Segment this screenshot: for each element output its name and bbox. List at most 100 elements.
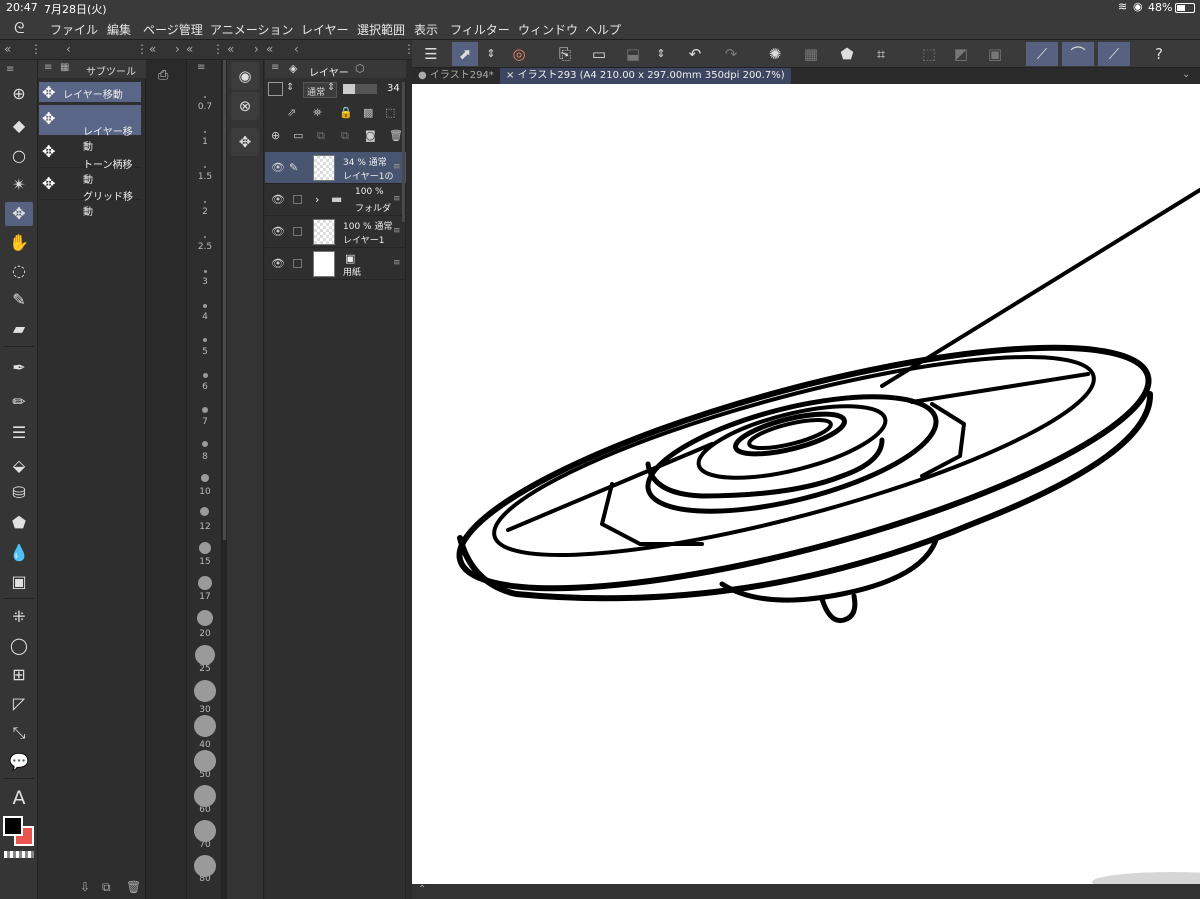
eye-icon[interactable]: 👁	[271, 161, 285, 174]
drag-handle-icon[interactable]: ≡	[393, 226, 401, 236]
size-label[interactable]: 4	[187, 312, 223, 322]
grid-view-icon[interactable]: ▦	[60, 62, 69, 73]
lines-icon[interactable]: ☰	[5, 421, 33, 445]
doc-tab[interactable]: ● イラスト294*	[412, 68, 500, 84]
eraser-icon[interactable]: ◆	[5, 114, 33, 138]
stepper-icon[interactable]: ⇕	[286, 82, 294, 93]
chevron-left-icon[interactable]: ‹	[66, 42, 71, 56]
size-label[interactable]: 1	[187, 137, 223, 147]
collapse-left-icon[interactable]: «	[4, 42, 11, 56]
layer-checkbox[interactable]	[293, 195, 302, 204]
collapse-left-icon[interactable]: «	[266, 42, 273, 56]
menu-window[interactable]: ウィンドウ	[518, 21, 578, 38]
ruler-icon[interactable]: ◸	[5, 692, 33, 716]
redo-icon[interactable]: ↷	[718, 42, 744, 66]
figure-icon[interactable]: ⁜	[5, 605, 33, 629]
layer-property-icon[interactable]: ◉	[231, 62, 259, 90]
stepper-icon[interactable]: ⇕	[327, 82, 335, 93]
drag-handle-icon[interactable]: ≡	[393, 194, 401, 204]
eye-icon[interactable]: 👁	[271, 257, 285, 270]
size-label[interactable]: 30	[187, 705, 223, 715]
size-label[interactable]: 12	[187, 522, 223, 532]
new-folder-icon[interactable]: ▭	[293, 129, 303, 142]
open-folder-icon[interactable]: ▭	[586, 42, 612, 66]
eraser-tool-icon[interactable]: ⬙	[5, 454, 33, 478]
clear-icon[interactable]: ▦	[798, 42, 824, 66]
size-label[interactable]: 2	[187, 207, 223, 217]
lock-icon[interactable]: 🔒	[339, 106, 353, 119]
app-logo-icon[interactable]: ᘓ	[14, 19, 25, 37]
lasso-icon[interactable]: ◌	[5, 259, 33, 283]
size-label[interactable]: 15	[187, 557, 223, 567]
doc-tab[interactable]: × イラスト293 (A4 210.00 x 297.00mm 350dpi 2…	[500, 68, 791, 84]
size-label[interactable]: 0.7	[187, 102, 223, 112]
subtool-item-grid-move[interactable]: ✥ グリッド移動	[39, 170, 141, 218]
camera-icon[interactable]: ⎙	[158, 68, 168, 83]
invert-select-icon[interactable]: ◩	[948, 42, 974, 66]
chevron-left-icon[interactable]: ‹	[294, 42, 299, 56]
menu-icon[interactable]: ≡	[271, 62, 279, 73]
menu-icon[interactable]: ≡	[197, 62, 205, 73]
size-label[interactable]: 10	[187, 487, 223, 497]
text-icon[interactable]: A	[5, 786, 33, 810]
zoom-select-icon[interactable]: ⊕	[5, 82, 33, 106]
layer-tab[interactable]: レイヤー	[309, 64, 349, 79]
transform-icon[interactable]: ✥	[231, 128, 259, 156]
eye-icon[interactable]: 👁	[271, 193, 285, 206]
size-label[interactable]: 1.5	[187, 172, 223, 182]
reference-icon[interactable]: ⛯	[313, 106, 322, 120]
mask-toggle-icon[interactable]: ⬚	[385, 106, 395, 119]
pencil-icon[interactable]: ✏	[5, 390, 33, 414]
search-layer-icon[interactable]: ⊗	[231, 92, 259, 120]
menu-help[interactable]: ヘルプ	[585, 21, 621, 38]
mask-icon[interactable]: ◙	[365, 129, 376, 142]
menu-edit[interactable]: 編集	[107, 21, 131, 38]
hamburger-icon[interactable]: ☰	[418, 42, 444, 66]
new-layer-icon[interactable]: ⊕	[271, 129, 280, 142]
main-color-swatch[interactable]	[3, 816, 23, 836]
size-label[interactable]: 2.5	[187, 242, 223, 252]
magnifier-icon[interactable]: ○	[5, 144, 33, 168]
chevron-right-icon[interactable]: ›	[254, 42, 259, 56]
menu-icon[interactable]: ≡	[44, 62, 52, 73]
chevron-up-icon[interactable]: ⌃	[418, 884, 426, 895]
merge-icon[interactable]: ⧉	[341, 129, 349, 143]
menu-page[interactable]: ページ管理	[143, 21, 203, 38]
stabilize-2-icon[interactable]: ⌒	[1062, 42, 1094, 66]
deselect-icon[interactable]: ⬚	[916, 42, 942, 66]
layer-row[interactable]: 👁 100 % 通常 レイヤー1 ≡	[265, 216, 406, 248]
stepper-icon[interactable]: ⇕	[478, 42, 504, 66]
gradient-icon[interactable]: ▣	[5, 570, 33, 594]
crop-icon[interactable]: ⌗	[868, 42, 894, 66]
clip-icon[interactable]: ⇗	[287, 106, 296, 119]
frame-icon[interactable]: ⊞	[5, 663, 33, 687]
layer-row[interactable]: 👁 ✎ 34 % 通常 レイヤー1の ≡	[265, 152, 406, 184]
blend-icon[interactable]: 💧	[5, 541, 33, 565]
drag-handle-icon[interactable]: ⋮	[212, 42, 224, 56]
drag-handle-icon[interactable]: ≡	[393, 162, 401, 172]
menu-selection[interactable]: 選択範囲	[357, 21, 405, 38]
lock-transparency-icon[interactable]: ▩	[363, 106, 373, 119]
size-label[interactable]: 20	[187, 629, 223, 639]
fill-marker-icon[interactable]: ▰	[5, 317, 33, 341]
hand-icon[interactable]: ✋	[5, 231, 33, 255]
close-icon[interactable]: ×	[506, 70, 514, 81]
stabilize-3-icon[interactable]: ⟋	[1098, 42, 1130, 66]
download-icon[interactable]: ⇩	[80, 880, 90, 894]
correct-line-icon[interactable]: ⤡	[5, 721, 33, 745]
eye-icon[interactable]: 👁	[271, 225, 285, 238]
size-label[interactable]: 25	[187, 664, 223, 674]
collapse-left-icon[interactable]: «	[186, 42, 193, 56]
menu-icon[interactable]: ≡	[6, 64, 14, 75]
undo-icon[interactable]: ↶	[682, 42, 708, 66]
layer-color-icon[interactable]	[268, 82, 283, 96]
size-label[interactable]: 3	[187, 277, 223, 287]
save-icon[interactable]: ⬓	[620, 42, 646, 66]
transparent-color-icon[interactable]	[4, 851, 34, 858]
menu-animation[interactable]: アニメーション	[210, 21, 294, 38]
size-label[interactable]: 5	[187, 347, 223, 357]
layer-tab-2-icon[interactable]: ⬡	[355, 62, 365, 75]
stabilize-1-icon[interactable]: ⟋	[1026, 42, 1058, 66]
chevron-right-icon[interactable]: ›	[315, 193, 319, 206]
subtool-tab[interactable]: サブツール	[86, 63, 136, 78]
